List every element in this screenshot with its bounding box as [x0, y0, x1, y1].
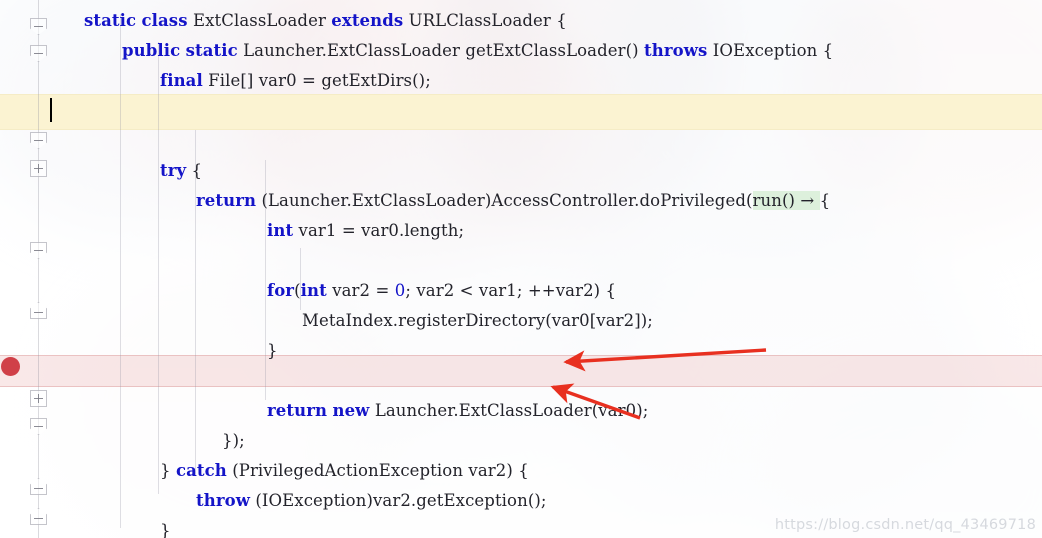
code-token: (IOException)var2.getException(); [250, 491, 547, 510]
keyword-token: return [267, 401, 328, 420]
keyword-token: static [185, 41, 238, 60]
code-token: } [160, 461, 176, 480]
code-line[interactable]: } [267, 336, 278, 366]
code-line[interactable]: int var1 = var0.length; [267, 216, 464, 246]
code-line[interactable]: for(int var2 = 0; var2 < var1; ++var2) { [267, 276, 616, 306]
code-editor-screenshot: static class ExtClassLoader extends URLC… [0, 0, 1042, 538]
lambda-fold-token: run() → [752, 191, 820, 210]
code-line[interactable]: final File[] var0 = getExtDirs(); [160, 66, 431, 96]
code-line[interactable]: throw (IOException)var2.getException(); [196, 486, 547, 516]
code-token: (PrivilegedActionException var2) { [226, 461, 529, 480]
text-caret [50, 98, 52, 122]
code-token: File[] var0 = getExtDirs(); [202, 71, 431, 90]
code-token: }); [222, 431, 245, 450]
code-line[interactable]: try { [160, 156, 202, 186]
keyword-token: static [84, 11, 137, 30]
code-line[interactable]: } [160, 516, 171, 538]
keyword-token: for [267, 281, 295, 300]
keyword-token: final [160, 71, 203, 90]
code-token: { [186, 161, 203, 180]
code-token: ; var2 < var1; ++var2) { [405, 281, 617, 300]
code-content[interactable]: static class ExtClassLoader extends URLC… [0, 0, 1042, 538]
code-token: ExtClassLoader [187, 11, 332, 30]
keyword-token: int [267, 221, 294, 240]
code-line[interactable]: MetaIndex.registerDirectory(var0[var2]); [302, 306, 653, 336]
keyword-token: int [300, 281, 327, 300]
keyword-token: new [332, 401, 370, 420]
code-line[interactable]: static class ExtClassLoader extends URLC… [84, 6, 567, 36]
csdn-watermark: https://blog.csdn.net/qq_43469718 [774, 517, 1036, 533]
code-token: URLClassLoader { [403, 11, 567, 30]
code-token: var2 = [326, 281, 395, 300]
code-line[interactable]: return (Launcher.ExtClassLoader)AccessCo… [196, 186, 830, 216]
keyword-token: throws [644, 41, 708, 60]
code-line[interactable]: public static Launcher.ExtClassLoader ge… [122, 36, 833, 66]
code-token: (Launcher.ExtClassLoader)AccessControlle… [256, 191, 753, 210]
keyword-token: return [196, 191, 257, 210]
code-token: var1 = var0.length; [293, 221, 465, 240]
keyword-token: catch [175, 461, 227, 480]
number-token: 0 [394, 281, 406, 300]
code-token: { [819, 191, 831, 210]
code-token: Launcher.ExtClassLoader(var0); [369, 401, 649, 420]
keyword-token: try [160, 161, 187, 180]
keyword-token: extends [331, 11, 404, 30]
code-line[interactable]: }); [222, 426, 245, 456]
keyword-token: class [141, 11, 188, 30]
code-token: Launcher.ExtClassLoader getExtClassLoade… [237, 41, 645, 60]
keyword-token: public [122, 41, 181, 60]
code-line[interactable]: } catch (PrivilegedActionException var2)… [160, 456, 529, 486]
code-line[interactable]: return new Launcher.ExtClassLoader(var0)… [267, 396, 648, 426]
code-token: } [160, 521, 171, 538]
keyword-token: throw [196, 491, 251, 510]
code-token: IOException { [707, 41, 834, 60]
code-token: } [267, 341, 278, 360]
code-token: MetaIndex.registerDirectory(var0[var2]); [302, 311, 653, 330]
